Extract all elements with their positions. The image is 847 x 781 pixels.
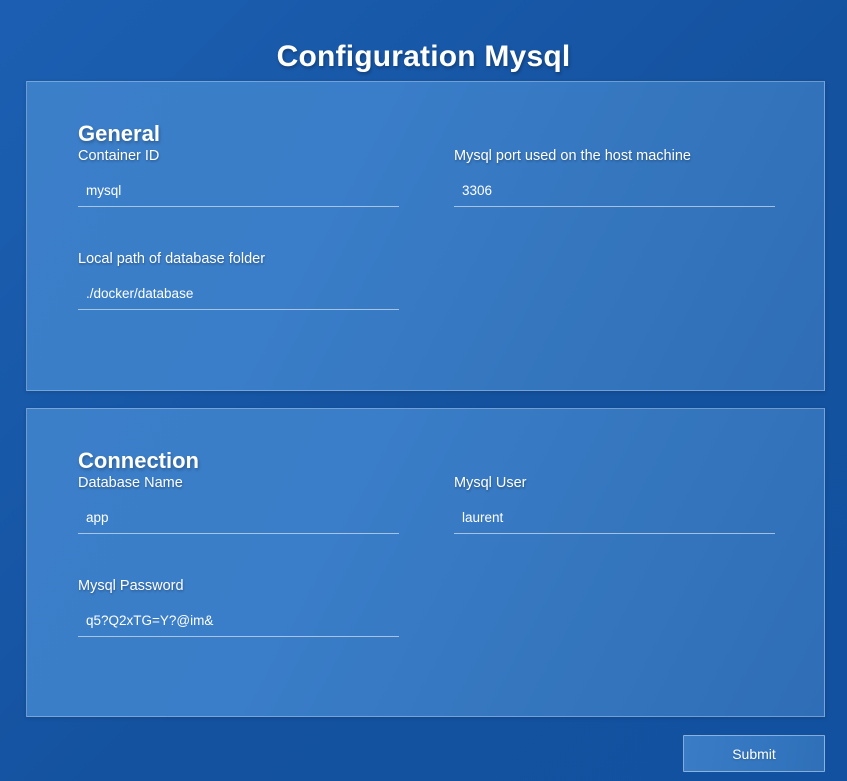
container-id-input[interactable] [78,180,399,207]
page-title: Configuration Mysql [276,40,571,74]
field-label: Mysql port used on the host machine [454,148,691,164]
field-row: Mysql Password [78,578,800,637]
section-card-connection: Connection Database Name Mysql User Mysq… [26,408,825,717]
field-row: Database Name Mysql User [78,475,800,534]
database-name-input[interactable] [78,507,399,534]
field-label: Mysql Password [78,578,184,594]
fields-general: Container ID Mysql port used on the host… [78,148,800,310]
field-row: Container ID Mysql port used on the host… [78,148,800,207]
field-mysql-user: Mysql User [454,475,775,534]
field-row: Local path of database folder [78,251,800,310]
mysql-port-input[interactable] [454,180,775,207]
mysql-user-input[interactable] [454,507,775,534]
field-label: Local path of database folder [78,251,266,267]
field-database-name: Database Name [78,475,399,534]
field-mysql-password: Mysql Password [78,578,399,637]
field-label: Database Name [78,475,183,491]
section-title-connection: Connection [78,448,199,474]
footer-actions: Submit [26,735,825,772]
submit-button[interactable]: Submit [683,735,825,772]
section-card-general: General Container ID Mysql port used on … [26,81,825,391]
field-label: Container ID [78,148,160,164]
fields-connection: Database Name Mysql User Mysql Password [78,475,800,637]
field-container-id: Container ID [78,148,399,207]
database-folder-path-input[interactable] [78,283,399,310]
field-mysql-port: Mysql port used on the host machine [454,148,775,207]
mysql-password-input[interactable] [78,610,399,637]
section-title-general: General [78,121,160,147]
field-database-folder-path: Local path of database folder [78,251,399,310]
field-label: Mysql User [454,475,527,491]
configuration-page: Configuration Mysql General Container ID… [0,0,847,781]
